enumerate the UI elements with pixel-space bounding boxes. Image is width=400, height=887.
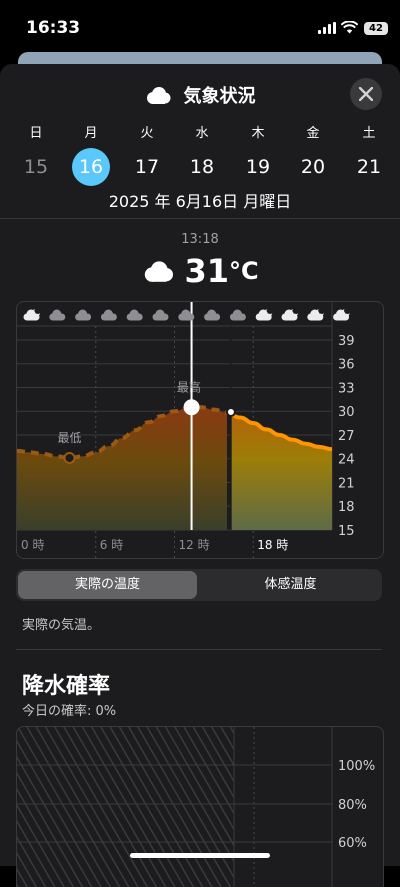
y-tick-label: 60% (338, 836, 367, 851)
extreme-label: 最低 (57, 431, 81, 445)
sheet-title: 気象状況 (183, 86, 256, 107)
day-of-week-label: 月 (84, 126, 98, 141)
actual-temperature-segment[interactable]: 実際の温度 (18, 571, 197, 599)
temperature-chart[interactable]: 39 36 33 30 27 24 21 18 15 最低 最高 0 時 6 時 12 時 18 時 (16, 301, 384, 559)
forecast-start-dot (225, 407, 236, 418)
day-21[interactable]: 土 21 (347, 122, 391, 186)
future-area (230, 413, 332, 530)
day-17[interactable]: 火 17 (125, 122, 169, 186)
y-tick-label: 39 (338, 334, 355, 349)
day-of-week-label: 日 (29, 126, 43, 141)
current-temperature-dot (183, 399, 200, 416)
cloud-icon (126, 309, 143, 321)
day-18[interactable]: 水 18 (180, 122, 224, 186)
day-16[interactable]: 月 16 (69, 122, 113, 186)
min-temperature-dot (63, 451, 76, 464)
day-15[interactable]: 日 15 (14, 122, 58, 186)
cloud-icon (75, 309, 92, 321)
temperature-unit: °C (229, 257, 259, 285)
cloud-icon (49, 309, 66, 321)
moon-cloud-icon (23, 309, 40, 321)
y-tick-label: 18 (338, 500, 355, 515)
day-of-week-label: 水 (195, 126, 209, 141)
y-tick-label: 80% (338, 798, 367, 813)
home-indicator (130, 853, 270, 858)
x-tick-label: 12 時 (179, 538, 210, 552)
cloud-icon (145, 261, 174, 282)
day-number: 15 (23, 156, 49, 178)
toggle-description: 実際の気温。 (22, 618, 101, 633)
y-tick-label: 30 (338, 405, 355, 420)
y-tick-label: 33 (338, 381, 355, 396)
sheet-header: 気象状況 (0, 64, 400, 124)
wifi-icon (341, 21, 358, 34)
divider (0, 218, 400, 219)
cloud-icon (152, 309, 169, 321)
sun-cloud-icon (281, 309, 298, 321)
y-tick-label: 15 (338, 524, 355, 539)
x-tick-label: 18 時 (257, 538, 288, 552)
past-hatched-area (17, 727, 234, 887)
y-tick-label: 21 (338, 476, 355, 491)
day-of-week-label: 火 (140, 126, 154, 141)
precipitation-chart[interactable]: 100% 80% 60% (16, 726, 384, 887)
day-of-week-label: 木 (251, 126, 265, 141)
sun-cloud-icon (307, 309, 324, 321)
divider (16, 649, 382, 650)
temperature-type-toggle: 実際の温度 体感温度 (16, 569, 382, 601)
precipitation-title: 降水確率 (22, 674, 111, 699)
cloud-icon (100, 309, 117, 321)
past-area (17, 407, 227, 530)
signal-icon (318, 22, 336, 34)
day-number: 16 (72, 148, 110, 186)
close-icon (359, 87, 373, 101)
day-of-week-label: 金 (306, 126, 320, 141)
sun-cloud-icon (333, 309, 350, 321)
weather-conditions-sheet: 気象状況 日 15 月 16 火 17 水 18 木 19 金 20 土 21 2025 年 6月16日 … (0, 64, 400, 887)
cloud-icon (204, 309, 221, 321)
day-number: 21 (356, 156, 382, 178)
cloud-icon (229, 309, 246, 321)
cloud-icon (147, 87, 171, 104)
close-button[interactable] (350, 78, 382, 110)
current-time: 13:18 (181, 232, 219, 247)
day-number: 19 (245, 156, 271, 178)
precipitation-chart-svg: 100% 80% 60% (17, 727, 375, 887)
day-20[interactable]: 金 20 (291, 122, 335, 186)
current-temperature: 31°C (0, 252, 400, 290)
y-tick-label: 24 (338, 453, 355, 468)
precipitation-subtitle: 今日の確率: 0% (22, 704, 117, 719)
day-number: 20 (300, 156, 326, 178)
day-number: 18 (189, 156, 215, 178)
y-tick-label: 36 (338, 358, 355, 373)
y-tick-label: 27 (338, 429, 355, 444)
battery-indicator: 42 (364, 22, 388, 35)
x-tick-label: 6 時 (100, 538, 123, 552)
status-bar: 16:33 42 (0, 0, 400, 52)
feels-like-segment[interactable]: 体感温度 (201, 571, 380, 599)
status-time: 16:33 (26, 18, 81, 38)
day-19[interactable]: 木 19 (236, 122, 280, 186)
current-temperature-value: 31 (184, 252, 229, 290)
y-tick-label: 100% (338, 759, 375, 774)
day-of-week-label: 土 (362, 126, 376, 141)
week-day-selector: 日 15 月 16 火 17 水 18 木 19 金 20 土 21 (0, 122, 400, 186)
sun-cloud-icon (255, 309, 273, 321)
selected-full-date: 2025 年 6月16日 月曜日 (108, 192, 292, 211)
extreme-label: 最高 (177, 379, 201, 394)
day-number: 17 (134, 156, 160, 178)
x-tick-label: 0 時 (21, 538, 44, 552)
temperature-chart-svg: 39 36 33 30 27 24 21 18 15 最低 最高 0 時 6 時 12 時 18 時 (17, 302, 355, 558)
